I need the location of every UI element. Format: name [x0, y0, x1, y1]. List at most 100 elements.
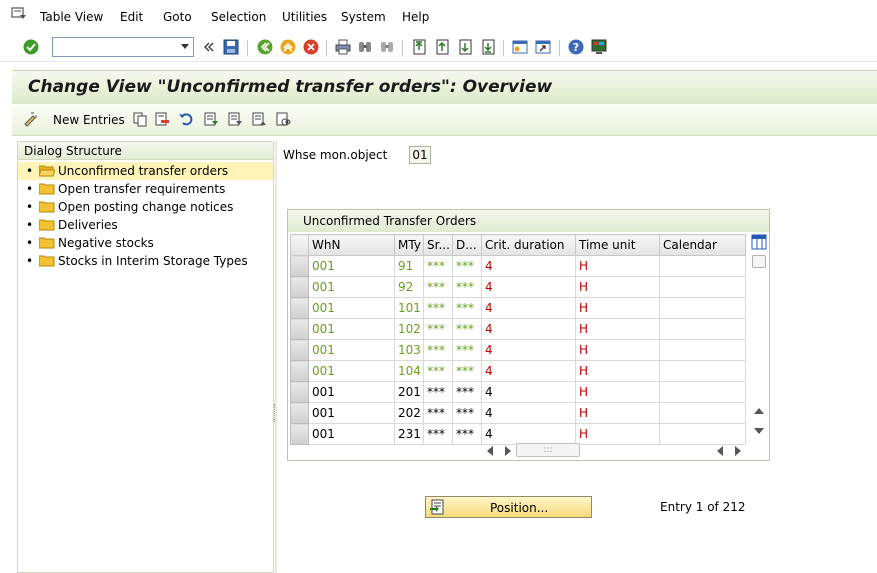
cell-time-unit[interactable]: H — [575, 276, 660, 298]
new-entries-button[interactable]: New Entries — [53, 113, 125, 127]
cell-sr[interactable]: *** — [423, 339, 453, 361]
select-block-icon[interactable] — [227, 111, 243, 127]
scroll-left-end-icon[interactable] — [717, 446, 723, 456]
table-row[interactable]: 001 202 *** *** 4 H — [290, 402, 746, 424]
cell-sr[interactable]: *** — [423, 381, 453, 403]
back-icon[interactable] — [256, 38, 274, 56]
splitter-grip-icon[interactable] — [274, 404, 277, 422]
cell-whn[interactable]: 001 — [308, 381, 395, 403]
cell-mty[interactable]: 101 — [394, 297, 424, 319]
cell-whn[interactable]: 001 — [308, 402, 395, 424]
previous-page-icon[interactable] — [433, 38, 451, 56]
cell-time-unit[interactable]: H — [575, 402, 660, 424]
app-menu-icon[interactable] — [11, 7, 27, 21]
row-selector[interactable] — [290, 360, 309, 382]
cell-whn[interactable]: 001 — [308, 360, 395, 382]
menu-system[interactable]: System — [341, 10, 386, 24]
cell-crit-duration[interactable]: 4 — [481, 423, 576, 445]
cell-crit-duration[interactable]: 4 — [481, 339, 576, 361]
row-selector[interactable] — [290, 423, 309, 445]
back-arrows-icon[interactable] — [200, 38, 218, 56]
cell-sr[interactable]: *** — [423, 402, 453, 424]
cell-calendar[interactable] — [659, 318, 746, 340]
cell-d[interactable]: *** — [452, 276, 482, 298]
cell-crit-duration[interactable]: 4 — [481, 297, 576, 319]
cell-time-unit[interactable]: H — [575, 297, 660, 319]
table-row[interactable]: 001 92 *** *** 4 H — [290, 276, 746, 298]
row-selector[interactable] — [290, 402, 309, 424]
cell-d[interactable]: *** — [452, 297, 482, 319]
print-icon[interactable] — [334, 38, 352, 56]
panel-splitter[interactable] — [275, 141, 277, 573]
cell-whn[interactable]: 001 — [308, 297, 395, 319]
shortcut-icon[interactable] — [534, 38, 552, 56]
cell-whn[interactable]: 001 — [308, 423, 395, 445]
help-icon[interactable]: ? — [567, 38, 585, 56]
deselect-all-icon[interactable] — [251, 111, 267, 127]
table-row[interactable]: 001 201 *** *** 4 H — [290, 381, 746, 403]
scroll-down-icon[interactable] — [754, 428, 764, 434]
cell-mty[interactable]: 103 — [394, 339, 424, 361]
table-row[interactable]: 001 101 *** *** 4 H — [290, 297, 746, 319]
cell-time-unit[interactable]: H — [575, 423, 660, 445]
chevron-down-icon[interactable] — [181, 44, 189, 49]
column-header-time-unit[interactable]: Time unit — [575, 234, 660, 256]
vertical-scrollbar-thumb[interactable] — [752, 255, 766, 268]
cell-sr[interactable]: *** — [423, 423, 453, 445]
column-header-sr[interactable]: Sr... — [423, 234, 453, 256]
find-next-icon[interactable] — [378, 38, 396, 56]
cell-calendar[interactable] — [659, 339, 746, 361]
cell-sr[interactable]: *** — [423, 318, 453, 340]
cell-crit-duration[interactable]: 4 — [481, 276, 576, 298]
row-selector[interactable] — [290, 276, 309, 298]
row-selector[interactable] — [290, 339, 309, 361]
scroll-right-icon[interactable] — [505, 446, 511, 456]
next-page-icon[interactable] — [456, 38, 474, 56]
cell-d[interactable]: *** — [452, 423, 482, 445]
cell-mty[interactable]: 91 — [394, 255, 424, 277]
table-row[interactable]: 001 103 *** *** 4 H — [290, 339, 746, 361]
tree-item-negative-stocks[interactable]: • Negative stocks — [18, 234, 273, 252]
table-row[interactable]: 001 91 *** *** 4 H — [290, 255, 746, 277]
column-header-whn[interactable]: WhN — [308, 234, 395, 256]
menu-utilities[interactable]: Utilities — [282, 10, 327, 24]
cell-crit-duration[interactable]: 4 — [481, 381, 576, 403]
copy-icon[interactable] — [132, 111, 148, 127]
cell-crit-duration[interactable]: 4 — [481, 255, 576, 277]
cell-whn[interactable]: 001 — [308, 318, 395, 340]
cell-mty[interactable]: 201 — [394, 381, 424, 403]
cell-calendar[interactable] — [659, 276, 746, 298]
first-page-icon[interactable] — [410, 38, 428, 56]
scroll-left-icon[interactable] — [487, 446, 493, 456]
menu-goto[interactable]: Goto — [163, 10, 192, 24]
enter-icon[interactable] — [22, 38, 40, 56]
cell-time-unit[interactable]: H — [575, 339, 660, 361]
table-row[interactable]: 001 231 *** *** 4 H — [290, 423, 746, 445]
tree-item-stocks-interim-storage[interactable]: • Stocks in Interim Storage Types — [18, 252, 273, 270]
display-change-icon[interactable] — [22, 111, 40, 127]
row-selector[interactable] — [290, 318, 309, 340]
cell-mty[interactable]: 102 — [394, 318, 424, 340]
find-icon[interactable] — [356, 38, 374, 56]
cell-mty[interactable]: 104 — [394, 360, 424, 382]
column-header-mty[interactable]: MTy — [394, 234, 424, 256]
cell-calendar[interactable] — [659, 255, 746, 277]
last-page-icon[interactable] — [479, 38, 497, 56]
grid-settings-icon[interactable] — [751, 234, 767, 250]
cancel-icon[interactable] — [302, 38, 320, 56]
command-field[interactable] — [52, 37, 194, 57]
cell-crit-duration[interactable]: 4 — [481, 318, 576, 340]
customize-layout-icon[interactable] — [590, 38, 608, 56]
cell-calendar[interactable] — [659, 297, 746, 319]
delete-icon[interactable] — [154, 111, 170, 127]
tree-item-unconfirmed-transfer-orders[interactable]: • Unconfirmed transfer orders — [18, 162, 273, 180]
cell-sr[interactable]: *** — [423, 360, 453, 382]
new-session-icon[interactable] — [511, 38, 529, 56]
table-row[interactable]: 001 102 *** *** 4 H — [290, 318, 746, 340]
column-header-d[interactable]: D... — [452, 234, 482, 256]
row-selector[interactable] — [290, 297, 309, 319]
cell-calendar[interactable] — [659, 360, 746, 382]
cell-time-unit[interactable]: H — [575, 255, 660, 277]
print-view-icon[interactable] — [275, 111, 291, 127]
menu-edit[interactable]: Edit — [120, 10, 143, 24]
